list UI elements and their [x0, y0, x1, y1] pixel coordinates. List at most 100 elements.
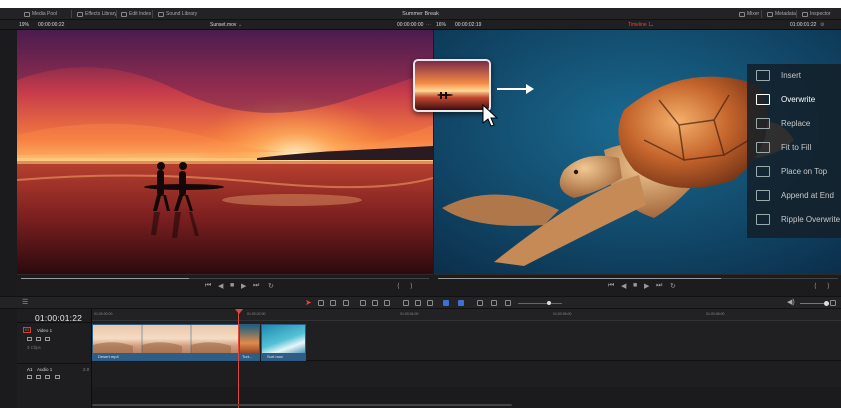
- loop-icon[interactable]: ↻: [268, 282, 274, 290]
- source-timecode: 00:00:00:22: [38, 22, 65, 28]
- layout-icon[interactable]: ☰: [22, 298, 28, 306]
- timeline-horizontal-scrollbar[interactable]: [92, 404, 512, 406]
- mark-in-icon[interactable]: ⟨: [397, 282, 400, 290]
- edit-overlay-menu: Insert Overwrite Replace Fit to Fill Pla…: [747, 64, 841, 238]
- solo-icon[interactable]: [45, 375, 50, 379]
- insert-icon: [756, 70, 770, 81]
- more-options-icon[interactable]: ···: [426, 22, 431, 28]
- top-toolbar: Media Pool Effects Library Edit Index So…: [0, 8, 841, 20]
- playhead[interactable]: [238, 310, 239, 408]
- overwrite-clip-icon[interactable]: [372, 300, 378, 306]
- play-icon[interactable]: ▶: [241, 282, 246, 290]
- auto-select-icon[interactable]: [36, 337, 41, 341]
- mark-in-icon[interactable]: ⟨: [814, 282, 817, 290]
- replace-option[interactable]: Replace: [747, 112, 841, 136]
- lock-icon[interactable]: [27, 375, 32, 379]
- inspector-button[interactable]: Inspector: [802, 11, 831, 17]
- skip-back-icon[interactable]: ⏮: [608, 282, 614, 290]
- audio-track-header[interactable]: A1 Audio 1 2.0: [17, 363, 92, 389]
- mute-icon[interactable]: [55, 375, 60, 379]
- clip-thumbnail: [240, 325, 259, 355]
- chevron-down-icon[interactable]: ⌄: [650, 22, 654, 28]
- replace-icon: [756, 118, 770, 129]
- dynamic-trim-icon[interactable]: [330, 300, 336, 306]
- skip-forward-icon[interactable]: ⏭: [656, 282, 662, 290]
- ruler-tick-label: 01:00:00:00: [94, 312, 113, 316]
- marker-icon[interactable]: [458, 300, 464, 306]
- timeline-zoom[interactable]: 16%: [436, 22, 446, 28]
- chevron-down-icon[interactable]: ⌄: [238, 22, 242, 28]
- video-track-header[interactable]: V1 Video 1 3 Clips: [17, 322, 92, 362]
- app-window: Media Pool Effects Library Edit Index So…: [0, 8, 841, 408]
- source-zoom[interactable]: 19%: [19, 22, 29, 28]
- metadata-icon: [767, 11, 773, 17]
- zoom-slider[interactable]: [518, 303, 562, 304]
- linked-selection-icon[interactable]: [415, 300, 421, 306]
- settings-icon[interactable]: ⚙: [820, 22, 824, 28]
- skip-forward-icon[interactable]: ⏭: [253, 282, 259, 290]
- play-icon[interactable]: ▶: [644, 282, 649, 290]
- source-clip-name[interactable]: Sunset.mov: [210, 22, 236, 28]
- mixer-button[interactable]: Mixer: [739, 11, 759, 17]
- fit-to-fill-option[interactable]: Fit to Fill: [747, 136, 841, 160]
- timeline-clip[interactable]: Surf.mov: [261, 324, 306, 361]
- desert-frames: [93, 325, 231, 355]
- custom-zoom-icon[interactable]: [505, 300, 511, 306]
- fit-to-fill-icon: [756, 142, 770, 153]
- visibility-icon[interactable]: [45, 337, 50, 341]
- ripple-overwrite-icon: [756, 214, 770, 225]
- timeline-ruler[interactable]: 01:00:00:00 01:00:02:00 01:00:04:00 01:0…: [92, 309, 841, 321]
- timeline-clip[interactable]: Desert.mp4: [92, 324, 239, 361]
- volume-slider[interactable]: [800, 303, 826, 304]
- detail-zoom-icon[interactable]: [491, 300, 497, 306]
- overwrite-icon: [756, 94, 770, 105]
- source-viewer[interactable]: [17, 30, 433, 274]
- snapping-icon[interactable]: [403, 300, 409, 306]
- stop-icon[interactable]: ■: [230, 282, 234, 289]
- timeline-area[interactable]: 01:00:00:00 01:00:02:00 01:00:04:00 01:0…: [92, 309, 841, 408]
- trim-tool-icon[interactable]: [318, 300, 324, 306]
- stop-icon[interactable]: ■: [633, 282, 637, 289]
- insert-clip-icon[interactable]: [360, 300, 366, 306]
- dragged-clip-thumbnail[interactable]: [413, 59, 491, 112]
- clip-label-bar: Surf.mov: [262, 353, 305, 360]
- step-back-icon[interactable]: ◀: [218, 282, 223, 290]
- flag-icon[interactable]: [443, 300, 449, 306]
- timeline-toolbar: ☰ ➤ ◀): [0, 296, 841, 309]
- place-on-top-option[interactable]: Place on Top: [747, 160, 841, 184]
- timeline-clip[interactable]: Turt...: [239, 324, 260, 361]
- blade-tool-icon[interactable]: [343, 300, 349, 306]
- volume-slider-handle[interactable]: [824, 301, 829, 306]
- auto-select-icon[interactable]: [36, 375, 41, 379]
- replace-clip-icon[interactable]: [384, 300, 390, 306]
- insert-option[interactable]: Insert: [747, 64, 841, 88]
- ripple-overwrite-option[interactable]: Ripple Overwrite: [747, 208, 841, 232]
- skip-back-icon[interactable]: ⏮: [205, 282, 211, 290]
- append-at-end-option[interactable]: Append at End: [747, 184, 841, 208]
- audio-meter-icon[interactable]: [830, 300, 836, 306]
- project-title: Summer Break: [402, 11, 439, 17]
- timeline-name[interactable]: Timeline 1: [628, 22, 651, 28]
- sunset-thumbnail: [415, 61, 489, 110]
- selection-tool-icon[interactable]: ➤: [305, 298, 312, 307]
- loop-icon[interactable]: ↻: [670, 282, 676, 290]
- mixer-icon: [739, 11, 745, 17]
- zoom-slider-handle[interactable]: [547, 301, 551, 305]
- lock-icon[interactable]: [27, 337, 32, 341]
- playhead-handle[interactable]: [235, 309, 243, 314]
- ruler-tick-label: 01:00:06:00: [553, 312, 572, 316]
- ruler-tick-label: 01:00:04:00: [400, 312, 419, 316]
- source-transport-controls: ⏮ ◀ ■ ▶ ⏭ ↻ ⟨ ⟩: [17, 274, 433, 296]
- metadata-button[interactable]: Metadata: [767, 11, 796, 17]
- mark-out-icon[interactable]: ⟩: [410, 282, 413, 290]
- toolbar-divider: [796, 10, 797, 18]
- step-back-icon[interactable]: ◀: [621, 282, 626, 290]
- source-position-timecode: 00:00:00:00: [397, 22, 424, 28]
- sunset-image: [17, 30, 433, 274]
- full-extent-zoom-icon[interactable]: [477, 300, 483, 306]
- lock-icon[interactable]: [427, 300, 433, 306]
- audio-track-lane[interactable]: [92, 362, 841, 387]
- volume-icon[interactable]: ◀): [787, 298, 795, 306]
- mark-out-icon[interactable]: ⟩: [827, 282, 830, 290]
- overwrite-option[interactable]: Overwrite: [747, 88, 841, 112]
